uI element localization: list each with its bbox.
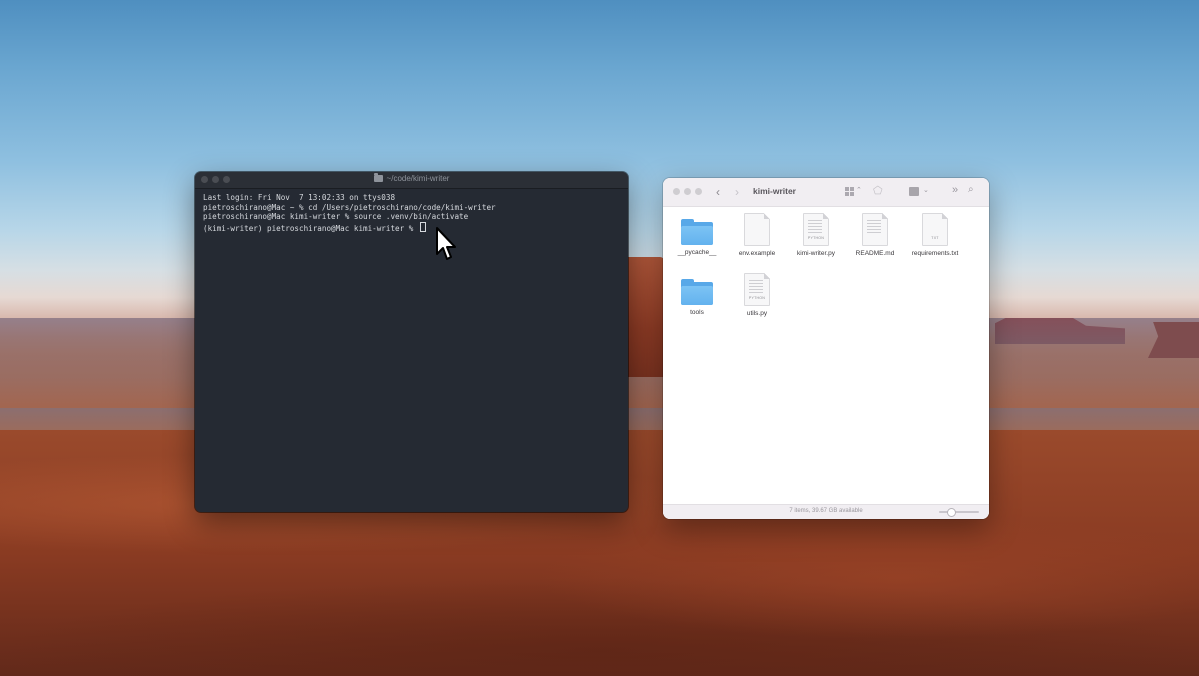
terminal-line: Last login: Fri Nov 7 13:02:33 on ttys03… [203, 193, 396, 202]
terminal-window[interactable]: ~/code/kimi-writer Last login: Fri Nov 7… [195, 172, 628, 512]
terminal-title: ~/code/kimi-writer [195, 173, 628, 183]
zoom-button[interactable] [695, 188, 702, 195]
forward-chevron-icon[interactable]: › [735, 185, 739, 199]
desktop: ~/code/kimi-writer Last login: Fri Nov 7… [0, 0, 1199, 676]
file-name: env.example [738, 250, 776, 257]
text-file-icon: TXT [922, 213, 948, 246]
folder-icon [681, 219, 713, 245]
back-chevron-icon[interactable]: ‹ [716, 185, 720, 199]
markdown-file-icon [862, 213, 888, 246]
finder-title: kimi-writer [753, 186, 796, 196]
group-chevron-icon[interactable]: ⌄ [923, 186, 929, 194]
file-name: __pycache__ [677, 249, 717, 256]
file-item[interactable]: PYTHON utils.py [725, 273, 789, 317]
minimize-button[interactable] [684, 188, 691, 195]
slider-knob[interactable] [947, 508, 956, 517]
terminal-line: pietroschirano@Mac ~ % cd /Users/pietros… [203, 202, 496, 212]
icon-size-slider[interactable] [939, 508, 979, 517]
file-item[interactable]: env.example [725, 213, 789, 257]
finder-window[interactable]: ‹ › kimi-writer ⌃ ⬠ ⌄ » ⌕ __pycache__ en… [663, 178, 989, 519]
terminal-prompt-line: (kimi-writer) pietroschirano@Mac kimi-wr… [203, 221, 620, 234]
search-icon[interactable]: ⌕ [968, 184, 974, 195]
terminal-output[interactable]: Last login: Fri Nov 7 13:02:33 on ttys03… [195, 189, 628, 237]
file-item[interactable]: TXT requirements.txt [903, 213, 967, 257]
folder-icon [373, 173, 383, 182]
terminal-prompt: (kimi-writer) pietroschirano@Mac kimi-wr… [203, 223, 418, 233]
terminal-titlebar[interactable]: ~/code/kimi-writer [195, 172, 628, 189]
file-item[interactable]: __pycache__ [665, 213, 729, 256]
file-name: utils.py [746, 310, 768, 317]
file-grid[interactable]: __pycache__ env.example PYTHON kimi-writ… [663, 207, 989, 505]
close-button[interactable] [673, 188, 680, 195]
window-controls [673, 188, 702, 195]
python-file-icon: PYTHON [803, 213, 829, 246]
status-bar: 7 items, 39.67 GB available [663, 504, 989, 519]
finder-toolbar[interactable]: ‹ › kimi-writer ⌃ ⬠ ⌄ » ⌕ [663, 178, 989, 207]
text-cursor [419, 221, 426, 232]
python-file-icon: PYTHON [744, 273, 770, 306]
file-item[interactable]: tools [665, 273, 729, 316]
file-name: tools [690, 309, 704, 316]
file-item[interactable]: PYTHON kimi-writer.py [784, 213, 848, 257]
share-icon[interactable]: ⬠ [873, 184, 883, 197]
more-chevron-icon[interactable]: » [952, 184, 958, 196]
document-icon [744, 213, 770, 246]
group-icon[interactable] [909, 187, 919, 196]
view-options-chevron-icon[interactable]: ⌃ [856, 186, 862, 194]
terminal-line: pietroschirano@Mac kimi-writer % source … [203, 212, 469, 222]
view-grid-icon[interactable] [845, 187, 854, 196]
file-item[interactable]: README.md [843, 213, 907, 257]
file-name: kimi-writer.py [797, 250, 835, 257]
folder-icon [681, 279, 713, 305]
file-name: README.md [855, 250, 895, 257]
terminal-title-text: ~/code/kimi-writer [386, 174, 450, 183]
mouse-pointer-icon [436, 227, 456, 260]
file-name: requirements.txt [911, 250, 959, 257]
